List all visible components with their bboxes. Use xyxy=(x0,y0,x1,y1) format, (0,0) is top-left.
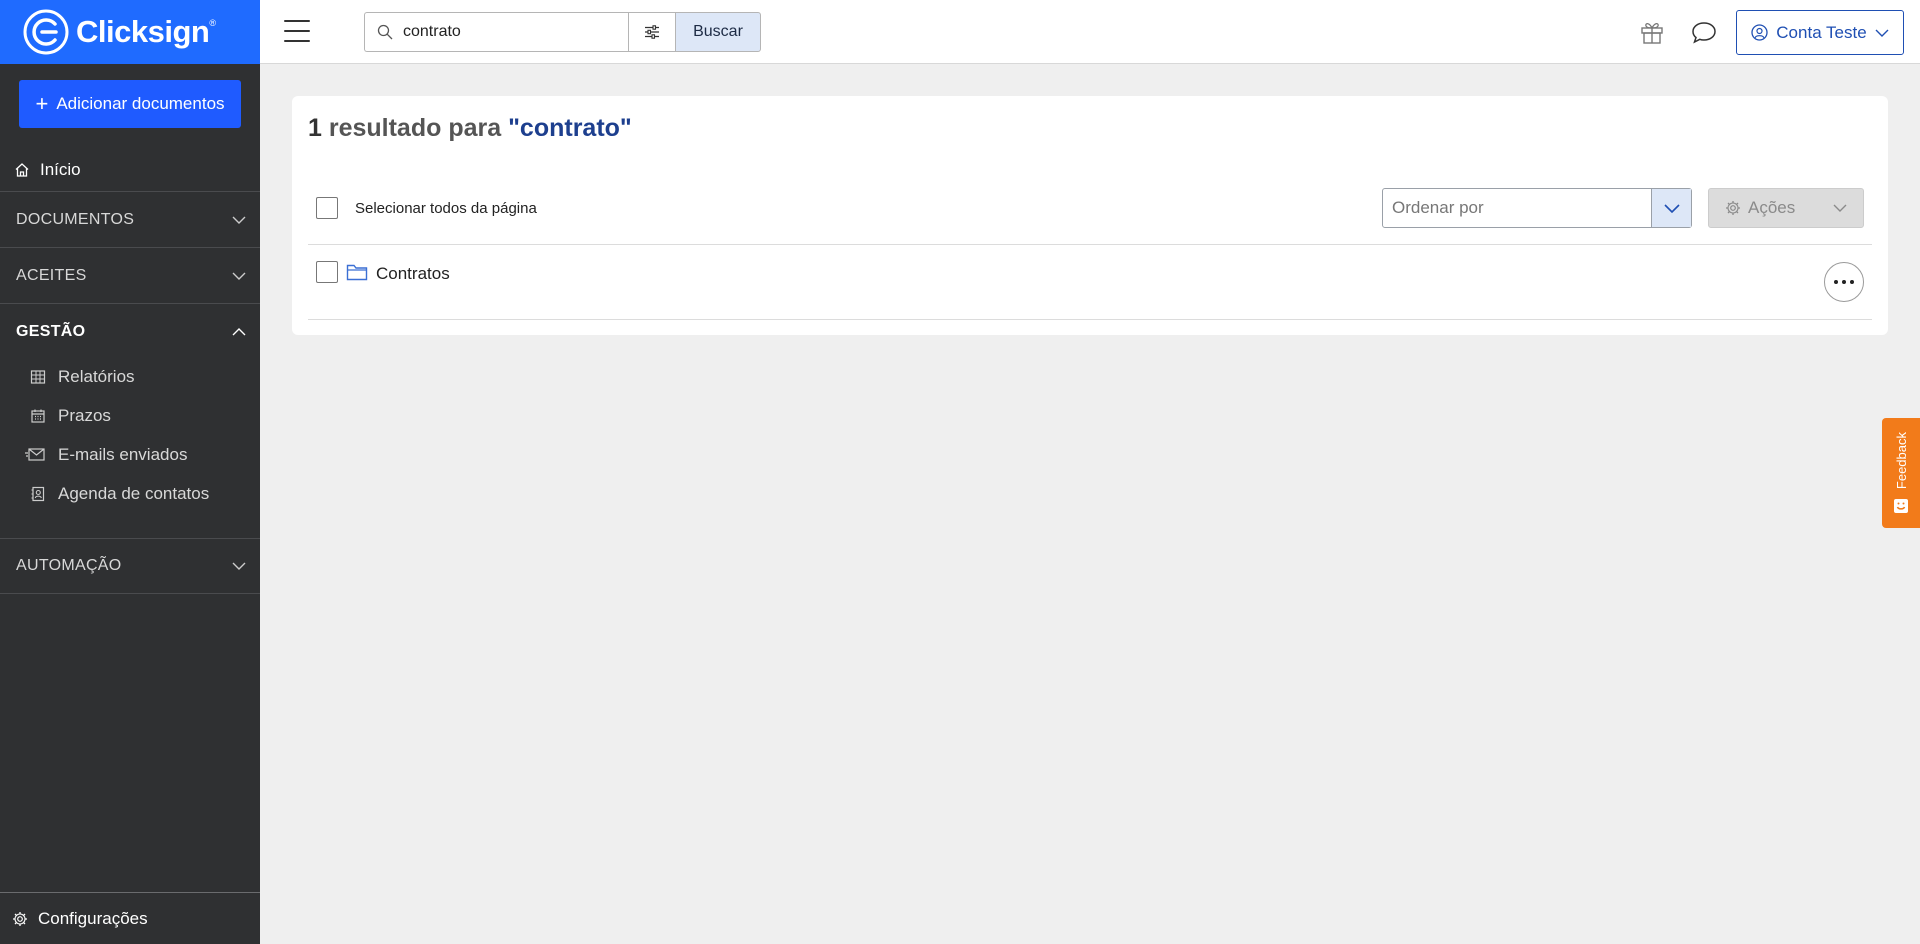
sidebar-item-home[interactable]: Início xyxy=(0,148,260,192)
search-filter-button[interactable] xyxy=(628,12,676,52)
row-checkbox[interactable] xyxy=(316,261,338,283)
gear-icon xyxy=(13,911,27,926)
sidebar-item-label: Agenda de contatos xyxy=(58,484,210,503)
calendar-icon xyxy=(31,409,45,423)
sidebar-item-contatos[interactable]: Agenda de contatos xyxy=(0,476,260,512)
actions-label: Ações xyxy=(1748,198,1796,217)
section-label: AUTOMAÇÃO xyxy=(16,556,122,574)
brand-name: Clicksign® xyxy=(76,14,216,49)
order-by-select[interactable]: Ordenar por xyxy=(1382,188,1692,228)
sidebar-item-label: E-mails enviados xyxy=(58,445,188,464)
results-text: resultado para xyxy=(321,114,509,142)
section-label: ACEITES xyxy=(16,266,87,284)
actions-button[interactable]: Ações xyxy=(1708,188,1864,228)
top-bar: Buscar Conta Teste xyxy=(260,0,1920,64)
sliders-icon xyxy=(645,25,659,39)
clicksign-logo-icon xyxy=(23,9,69,55)
sidebar-section-automacao[interactable]: AUTOMAÇÃO xyxy=(0,538,260,594)
section-label: DOCUMENTOS xyxy=(16,210,135,228)
search-results-card: 1 resultado para "contrato" Selecionar t… xyxy=(292,96,1888,335)
list-divider xyxy=(308,319,1872,320)
sidebar-item-settings[interactable]: Configurações xyxy=(0,892,260,944)
menu-toggle-icon[interactable] xyxy=(284,20,310,42)
brand-header[interactable]: Clicksign® xyxy=(0,0,260,64)
email-icon xyxy=(25,448,45,461)
sidebar: Clicksign® + Adicionar documentos Início… xyxy=(0,0,260,944)
folder-icon xyxy=(346,264,368,281)
sidebar-section-gestao[interactable]: GESTÃO xyxy=(0,304,260,360)
feedback-smile-icon xyxy=(1894,498,1908,513)
feedback-label: Feedback xyxy=(1893,432,1909,490)
search-icon xyxy=(377,24,393,40)
gear-icon xyxy=(1726,201,1740,215)
chevron-down-icon xyxy=(1875,29,1889,37)
sidebar-item-home-label: Início xyxy=(40,159,81,179)
select-all-label: Selecionar todos da página xyxy=(355,200,537,217)
chevron-down-icon xyxy=(232,562,246,570)
section-label: GESTÃO xyxy=(16,323,86,340)
add-documents-button[interactable]: + Adicionar documentos xyxy=(19,80,241,128)
add-documents-label: Adicionar documentos xyxy=(56,94,225,113)
results-query: "contrato" xyxy=(508,114,632,142)
chevron-down-icon xyxy=(1663,203,1680,213)
feedback-tab[interactable]: Feedback xyxy=(1882,418,1920,528)
order-by-toggle[interactable] xyxy=(1651,189,1691,227)
chevron-down-icon xyxy=(1833,204,1847,212)
sidebar-section-documentos[interactable]: DOCUMENTOS xyxy=(0,192,260,248)
sidebar-item-prazos[interactable]: Prazos xyxy=(0,398,260,434)
contact-book-icon xyxy=(31,486,45,502)
select-all-checkbox[interactable] xyxy=(316,197,338,219)
chevron-up-icon xyxy=(232,328,246,336)
account-menu-button[interactable]: Conta Teste xyxy=(1736,10,1904,55)
order-by-placeholder: Ordenar por xyxy=(1392,198,1484,217)
search-box[interactable] xyxy=(364,12,628,52)
settings-label: Configurações xyxy=(38,908,148,928)
row-name[interactable]: Contratos xyxy=(376,264,450,284)
account-name: Conta Teste xyxy=(1776,22,1867,42)
sidebar-section-aceites[interactable]: ACEITES xyxy=(0,248,260,304)
sidebar-item-relatorios[interactable]: Relatórios xyxy=(0,359,260,395)
results-count: 1 xyxy=(308,114,322,142)
chat-icon[interactable] xyxy=(1690,18,1718,46)
chevron-down-icon xyxy=(232,216,246,224)
home-icon xyxy=(15,162,29,177)
search-input[interactable] xyxy=(403,23,603,41)
row-more-options-button[interactable] xyxy=(1824,262,1864,302)
sidebar-item-emails[interactable]: E-mails enviados xyxy=(0,437,260,473)
list-divider xyxy=(308,244,1872,245)
gift-icon[interactable] xyxy=(1638,18,1666,46)
sidebar-item-label: Prazos xyxy=(58,406,111,425)
table-icon xyxy=(30,370,46,384)
chevron-down-icon xyxy=(232,272,246,280)
search-submit-button[interactable]: Buscar xyxy=(675,12,761,52)
sidebar-item-label: Relatórios xyxy=(58,367,135,386)
plus-icon: + xyxy=(35,91,49,116)
results-heading: 1 resultado para "contrato" xyxy=(308,114,632,143)
user-circle-icon xyxy=(1751,24,1768,41)
